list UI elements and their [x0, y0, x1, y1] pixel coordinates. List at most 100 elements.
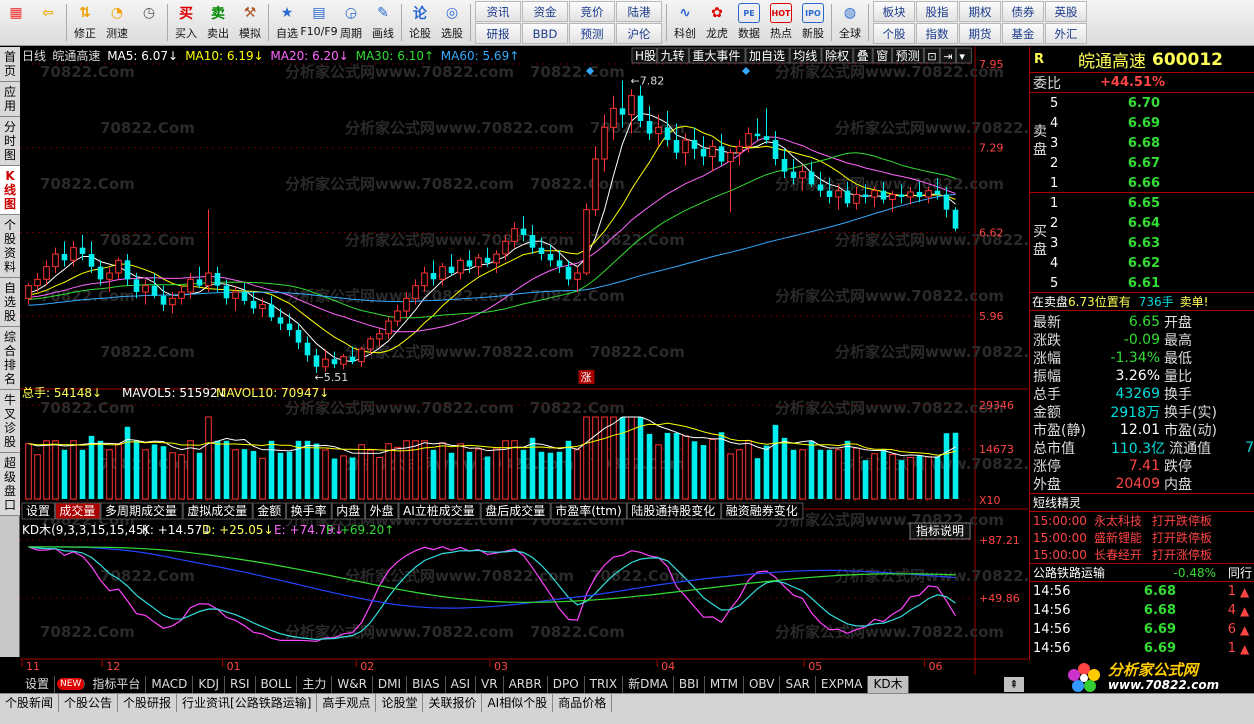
indicator-tab[interactable]: W&R [332, 675, 373, 693]
indicator-tab[interactable]: BBI [673, 675, 705, 693]
toolbar-grid-button[interactable]: 竞价 [569, 1, 615, 22]
toolbar-button-buttons2-2[interactable]: PE 数据 [733, 0, 765, 45]
toolbar-button-buttons-8[interactable]: ★ 自选 [271, 0, 303, 45]
bid-level-row[interactable]: 2 6.64 [1030, 213, 1254, 233]
toolbar-grid-button[interactable]: 指数 [916, 23, 958, 44]
left-tab-4[interactable]: 个股资料 [0, 215, 20, 278]
ask-level-row[interactable]: 3 6.68 [1030, 133, 1254, 153]
kline-chart-area[interactable]: 70822.Com 分析家公式网www.70822.com 70822.Com 分析家… [20, 47, 1064, 675]
indicator-tab[interactable]: OBV [743, 675, 781, 693]
indicator-tab[interactable]: EXPMA [815, 675, 869, 693]
toolbar-grid-button[interactable]: 研报 [475, 23, 521, 44]
indicator-tab[interactable]: DMI [372, 675, 408, 693]
toolbar-button-buttons-7[interactable]: ⚒ 模拟 [234, 0, 266, 45]
toolbar-grid-button[interactable]: 债券 [1002, 1, 1044, 22]
info-tab[interactable]: 个股新闻 [0, 694, 60, 712]
toolbar-button-buttons2-1[interactable]: ✿ 龙虎 [701, 0, 733, 45]
ask-level-row[interactable]: 5 6.70 [1030, 93, 1254, 113]
bid-level-row[interactable]: 5 6.61 [1030, 273, 1254, 293]
info-tab[interactable]: AI相似个股 [482, 694, 554, 712]
indicator-tab[interactable]: BIAS [407, 675, 446, 693]
indicator-tab[interactable]: 新DMA [623, 675, 674, 693]
toolbar-grid-button[interactable]: 资讯 [475, 1, 521, 22]
toolbar-grid-button[interactable]: 外汇 [1045, 23, 1087, 44]
toolbar-button-buttons2-4[interactable]: IPO 新股 [797, 0, 829, 45]
scroll-top-icon[interactable]: ⇞ [1004, 676, 1024, 692]
left-tab-5[interactable]: 自选股 [0, 278, 20, 327]
toolbar-grid-button[interactable]: 个股 [873, 23, 915, 44]
left-tab-3[interactable]: K线图 [0, 166, 20, 215]
industry-peer-button[interactable]: 同行 [1228, 564, 1252, 581]
info-tab[interactable]: 商品价格 [553, 694, 613, 712]
toolbar-grid-button[interactable]: 基金 [1002, 23, 1044, 44]
sprite-row[interactable]: 15:00:00 长春经开 打开涨停板 [1030, 546, 1254, 563]
info-tab[interactable]: 高手观点 [317, 694, 377, 712]
toolbar-button-buttons-0[interactable]: ▦ [0, 0, 32, 45]
left-tab-6[interactable]: 综合排名 [0, 327, 20, 390]
kline-chart-svg[interactable]: 70822.Com 分析家公式网www.70822.com 70822.Com 分析家… [20, 47, 1064, 675]
tick-time: 14:56 [1033, 622, 1071, 637]
toolbar-grid-button[interactable]: 资金 [522, 1, 568, 22]
sprite-row[interactable]: 15:00:00 永太科技 打开跌停板 [1030, 512, 1254, 529]
ask-level-row[interactable]: 2 6.67 [1030, 153, 1254, 173]
toolbar-button-buttons2-5[interactable]: ◍ 全球 [834, 0, 866, 45]
toolbar-button-buttons-5[interactable]: 买买入 [170, 0, 202, 45]
indicator-tab[interactable]: MTM [704, 675, 744, 693]
toolbar-button-buttons-12[interactable]: 论论股 [404, 0, 436, 45]
bid-level-row[interactable]: 3 6.63 [1030, 233, 1254, 253]
toolbar-grid-button[interactable]: BBD [522, 23, 568, 44]
toolbar-grid-button[interactable]: 沪伦 [616, 23, 662, 44]
ask-level-row[interactable]: 4 6.69 [1030, 113, 1254, 133]
toolbar-button-buttons-2[interactable]: ⇅ 修正 [69, 0, 101, 45]
toolbar-button-buttons-9[interactable]: ▤ F10/F9 [300, 0, 337, 45]
indicator-tab[interactable]: SAR [780, 675, 816, 693]
candle[interactable] [583, 203, 590, 276]
indicator-tab[interactable]: 指标平台 [87, 675, 147, 693]
toolbar-grid-button[interactable]: 股指 [916, 1, 958, 22]
toolbar-button-buttons-6[interactable]: 卖卖出 [202, 0, 234, 45]
toolbar-button-buttons-11[interactable]: ✎ 画线 [367, 0, 399, 45]
indicator-tab[interactable]: MACD [146, 675, 194, 693]
ask-level-row[interactable]: 1 6.66 [1030, 173, 1254, 193]
candle[interactable] [952, 207, 959, 232]
left-tab-0[interactable]: 首页 [0, 47, 20, 82]
toolbar-button-buttons-10[interactable]: ◶ 周期 [335, 0, 367, 45]
toolbar-button-buttons-13[interactable]: ◎ 选股 [436, 0, 468, 45]
header-menu-label: 重大事件 [692, 49, 740, 63]
toolbar-button-buttons-3[interactable]: ◔ 测速 [101, 0, 133, 45]
indicator-tab[interactable]: KD木 [868, 675, 909, 693]
indicator-tab[interactable]: BOLL [255, 675, 298, 693]
indicator-tab[interactable]: KDJ [193, 675, 225, 693]
toolbar-button-buttons2-0[interactable]: ∿ 科创 [669, 0, 701, 45]
toolbar-button-buttons-1[interactable]: ⇦ [32, 0, 64, 45]
info-tab[interactable]: 个股研报 [118, 694, 178, 712]
toolbar-grid-button[interactable]: 英股 [1045, 1, 1087, 22]
left-tab-8[interactable]: 超级盘口 [0, 453, 20, 516]
info-tab[interactable]: 关联报价 [423, 694, 483, 712]
indicator-tab[interactable]: VR [476, 675, 504, 693]
toolbar-grid-button[interactable]: 期货 [959, 23, 1001, 44]
toolbar-grid-button[interactable]: 期权 [959, 1, 1001, 22]
indicator-tab[interactable]: TRIX [584, 675, 624, 693]
indicator-tab[interactable]: DPO [547, 675, 585, 693]
toolbar-grid-button[interactable]: 板块 [873, 1, 915, 22]
info-tab[interactable]: 个股公告 [59, 694, 119, 712]
toolbar-button-buttons2-3[interactable]: HOT 热点 [765, 0, 797, 45]
info-tab[interactable]: 行业资讯[公路铁路运输] [177, 694, 318, 712]
sprite-row[interactable]: 15:00:00 盛新锂能 打开跌停板 [1030, 529, 1254, 546]
toolbar-grid-button[interactable]: 预测 [569, 23, 615, 44]
code-prefix: R [1034, 52, 1045, 67]
left-tab-7[interactable]: 牛叉诊股 [0, 390, 20, 453]
toolbar-grid-button[interactable]: 陆港 [616, 1, 662, 22]
info-tab[interactable]: 论股堂 [376, 694, 424, 712]
left-tab-2[interactable]: 分时图 [0, 117, 20, 166]
indicator-tab[interactable]: RSI [225, 675, 256, 693]
indicator-tab[interactable]: 主力 [297, 675, 333, 693]
indicator-tab[interactable]: ARBR [503, 675, 548, 693]
bid-level-row[interactable]: 4 6.62 [1030, 253, 1254, 273]
left-tab-1[interactable]: 应用 [0, 82, 20, 117]
indicator-tab[interactable]: 设置 [20, 675, 56, 693]
indicator-tab[interactable]: ASI [445, 675, 477, 693]
bid-level-row[interactable]: 1 6.65 [1030, 193, 1254, 213]
toolbar-button-buttons-4[interactable]: ◷ [133, 0, 165, 45]
